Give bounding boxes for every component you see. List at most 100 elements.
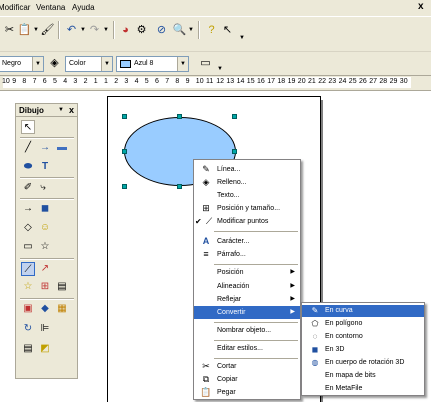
- menu-item-modificar-puntos[interactable]: ✔ ⟋ Modificar puntos: [194, 215, 300, 228]
- submenu-item-en-curva[interactable]: ✎ En curva: [302, 305, 424, 317]
- fontwork-icon[interactable]: ☆: [21, 280, 35, 294]
- toolbar-separator: [113, 21, 115, 39]
- whats-this-icon[interactable]: ↖: [220, 22, 235, 38]
- selection-handle[interactable]: [122, 114, 127, 119]
- rectangle-icon[interactable]: ▬: [55, 141, 69, 155]
- basic-shapes-icon[interactable]: ◇: [21, 221, 35, 235]
- toolbar-separator: [20, 298, 74, 300]
- redo-dropdown-icon[interactable]: ▼: [103, 27, 109, 33]
- ruler-number: 13: [226, 78, 235, 85]
- menu-item-cortar[interactable]: ✂ Cortar: [194, 360, 300, 373]
- fill-type-combo[interactable]: Color ▼: [65, 56, 113, 72]
- edit-points-icon[interactable]: ⟋: [21, 262, 35, 276]
- toolbar-options-icon[interactable]: ▼: [239, 35, 245, 41]
- selection-handle[interactable]: [232, 149, 237, 154]
- ruler-number: 7: [32, 78, 37, 85]
- menu-item-posicion[interactable]: Posición ▶: [194, 266, 300, 279]
- menu-bar: Modificar Ventana Ayuda x: [0, 0, 431, 16]
- checkmark-icon: ✔: [195, 217, 202, 226]
- menu-item-reflejar[interactable]: Reflejar ▶: [194, 293, 300, 306]
- selection-handle[interactable]: [177, 114, 182, 119]
- chart-icon[interactable]: ◕: [118, 22, 133, 38]
- selection-handle[interactable]: [122, 149, 127, 154]
- paste-icon[interactable]: 📋: [17, 22, 32, 38]
- fill-color-combo[interactable]: Azul 8 ▼: [116, 56, 189, 72]
- menu-ayuda[interactable]: Ayuda: [72, 3, 95, 12]
- menu-item-editar-estilos[interactable]: Editar estilos...: [194, 342, 300, 355]
- shapes-3d-icon[interactable]: ◆: [38, 302, 52, 316]
- help-icon[interactable]: ?: [204, 22, 219, 38]
- scissors-icon: ✂: [202, 361, 210, 371]
- line-color-combo[interactable]: Negro ▼: [0, 56, 44, 72]
- format-paintbrush-icon[interactable]: 🖌: [40, 22, 55, 38]
- gallery-icon[interactable]: ▤: [55, 280, 69, 294]
- ruler-number: 9: [12, 78, 17, 85]
- cube-icon[interactable]: ◼: [38, 202, 52, 216]
- show-draw-functions-icon[interactable]: ⚙: [134, 22, 149, 38]
- submenu-item-en-3d[interactable]: ◼ En 3D: [302, 344, 424, 356]
- menu-item-convertir[interactable]: Convertir ▶: [194, 306, 300, 319]
- redo-icon[interactable]: ↷: [87, 22, 102, 38]
- arrange-icon[interactable]: ▤: [21, 342, 35, 356]
- menu-item-alineacion[interactable]: Alineación ▶: [194, 280, 300, 293]
- smiley-icon[interactable]: ☺: [38, 221, 52, 235]
- shadow-icon[interactable]: ▭: [198, 55, 213, 71]
- selection-handle[interactable]: [122, 184, 127, 189]
- undo-icon[interactable]: ↶: [64, 22, 79, 38]
- callout-icon[interactable]: ▭: [21, 240, 35, 254]
- menu-item-pegar[interactable]: 📋 Pegar: [194, 386, 300, 399]
- menu-item-copiar[interactable]: ⧉ Copiar: [194, 373, 300, 386]
- submenu-item-en-poligono[interactable]: ⬠ En polígono: [302, 318, 424, 330]
- group-icon[interactable]: ◩: [38, 342, 52, 356]
- navigator-icon[interactable]: ⊘: [154, 22, 169, 38]
- align-icon[interactable]: ⊫: [38, 322, 52, 336]
- menu-item-relleno[interactable]: ◈ Relleno...: [194, 176, 300, 189]
- rotate-icon[interactable]: ↻: [21, 322, 35, 336]
- line-tool-icon[interactable]: ╱: [21, 141, 35, 155]
- menu-separator: [214, 322, 298, 323]
- menu-item-linea[interactable]: ✎ Línea...: [194, 163, 300, 176]
- submenu-item-en-mapa-de-bits[interactable]: En mapa de bits: [302, 370, 424, 382]
- drawing-toolbar-title[interactable]: Dibujo: [16, 104, 77, 117]
- zoom-icon[interactable]: 🔍: [172, 22, 187, 38]
- ruler-number: 10: [195, 78, 204, 85]
- menu-item-posicion-tamano[interactable]: ⊞ Posición y tamaño...: [194, 202, 300, 215]
- close-document-icon[interactable]: x: [418, 1, 424, 12]
- chevron-down-icon[interactable]: ▼: [32, 57, 43, 71]
- curve-icon[interactable]: ✐: [21, 181, 35, 195]
- star-icon[interactable]: ☆: [38, 240, 52, 254]
- close-icon[interactable]: x: [69, 104, 74, 117]
- extrusion-icon[interactable]: ▣: [21, 302, 35, 316]
- select-arrow-icon[interactable]: ↖: [21, 120, 35, 134]
- glue-points-icon[interactable]: ↗: [38, 262, 52, 276]
- arrow-line-icon[interactable]: →: [38, 141, 52, 155]
- menu-item-texto[interactable]: Texto...: [194, 189, 300, 202]
- menu-item-caracter[interactable]: A Carácter...: [194, 235, 300, 248]
- menu-item-nombrar-objeto[interactable]: Nombrar objeto...: [194, 324, 300, 337]
- gallery-objects-icon[interactable]: ▦: [55, 302, 69, 316]
- menu-ventana[interactable]: Ventana: [36, 3, 65, 12]
- selection-handle[interactable]: [177, 184, 182, 189]
- submenu-item-en-cuerpo-rotacion-3d[interactable]: ◍ En cuerpo de rotación 3D: [302, 357, 424, 369]
- image-icon[interactable]: ⊞: [38, 280, 52, 294]
- ruler-number: 8: [22, 78, 27, 85]
- menu-item-parrafo[interactable]: ≡ Párrafo...: [194, 248, 300, 261]
- selection-handle[interactable]: [232, 114, 237, 119]
- paste-dropdown-icon[interactable]: ▼: [33, 27, 39, 33]
- submenu-arrow-icon: ▶: [290, 269, 295, 275]
- chevron-down-icon[interactable]: ▼: [101, 57, 112, 71]
- ellipse-icon[interactable]: ⬬: [21, 160, 35, 174]
- fill-bucket-icon[interactable]: ◈: [47, 55, 62, 71]
- submenu-item-en-contorno[interactable]: ◌ En contorno: [302, 331, 424, 343]
- cut-icon[interactable]: ✂: [2, 22, 17, 38]
- zoom-dropdown-icon[interactable]: ▼: [188, 27, 194, 33]
- chevron-down-icon[interactable]: ▼: [58, 104, 64, 117]
- menu-modificar[interactable]: Modificar: [0, 3, 30, 12]
- undo-dropdown-icon[interactable]: ▼: [80, 27, 86, 33]
- lines-arrows-icon[interactable]: →: [21, 202, 35, 216]
- submenu-item-en-metafile[interactable]: En MetaFile: [302, 383, 424, 395]
- connector-icon[interactable]: ⤷: [36, 181, 50, 195]
- chevron-down-icon[interactable]: ▼: [177, 57, 188, 71]
- toolbar-options-icon[interactable]: ▼: [217, 66, 223, 72]
- text-icon[interactable]: T: [38, 160, 52, 174]
